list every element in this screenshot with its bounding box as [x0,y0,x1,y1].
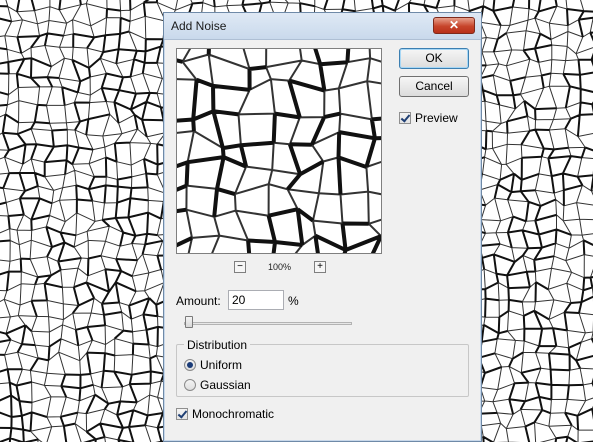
monochromatic-label: Monochromatic [192,407,275,421]
zoom-in-button[interactable]: + [314,261,326,273]
preview-checkbox[interactable] [399,112,411,124]
preview-pane[interactable] [176,48,382,254]
gaussian-label: Gaussian [200,378,251,392]
amount-slider-thumb[interactable] [185,316,193,328]
dialog-title: Add Noise [171,19,227,33]
uniform-option[interactable]: Uniform [184,358,242,372]
close-button[interactable]: ✕ [433,17,475,34]
amount-input[interactable] [228,290,284,310]
close-icon: ✕ [448,18,460,32]
monochromatic-checkbox[interactable] [176,408,188,420]
title-bar[interactable]: Add Noise ✕ [164,13,481,40]
uniform-radio[interactable] [184,359,196,371]
gaussian-radio[interactable] [184,379,196,391]
amount-unit: % [288,294,299,308]
monochromatic-option[interactable]: Monochromatic [176,407,274,421]
zoom-level: 100% [268,262,292,272]
gaussian-option[interactable]: Gaussian [184,378,251,392]
amount-slider-track[interactable] [184,322,352,325]
plus-icon: + [317,261,323,272]
add-noise-dialog: Add Noise ✕ OK Cancel Preview − 100% + A… [163,12,482,442]
minus-icon: − [237,261,243,272]
amount-label: Amount: [176,294,221,308]
preview-option[interactable]: Preview [399,111,458,125]
distribution-legend: Distribution [184,338,251,352]
zoom-out-button[interactable]: − [234,261,246,273]
preview-image [177,49,381,253]
ok-button[interactable]: OK [399,48,469,69]
uniform-label: Uniform [200,358,243,372]
cancel-button[interactable]: Cancel [399,76,469,97]
preview-label: Preview [415,111,458,125]
